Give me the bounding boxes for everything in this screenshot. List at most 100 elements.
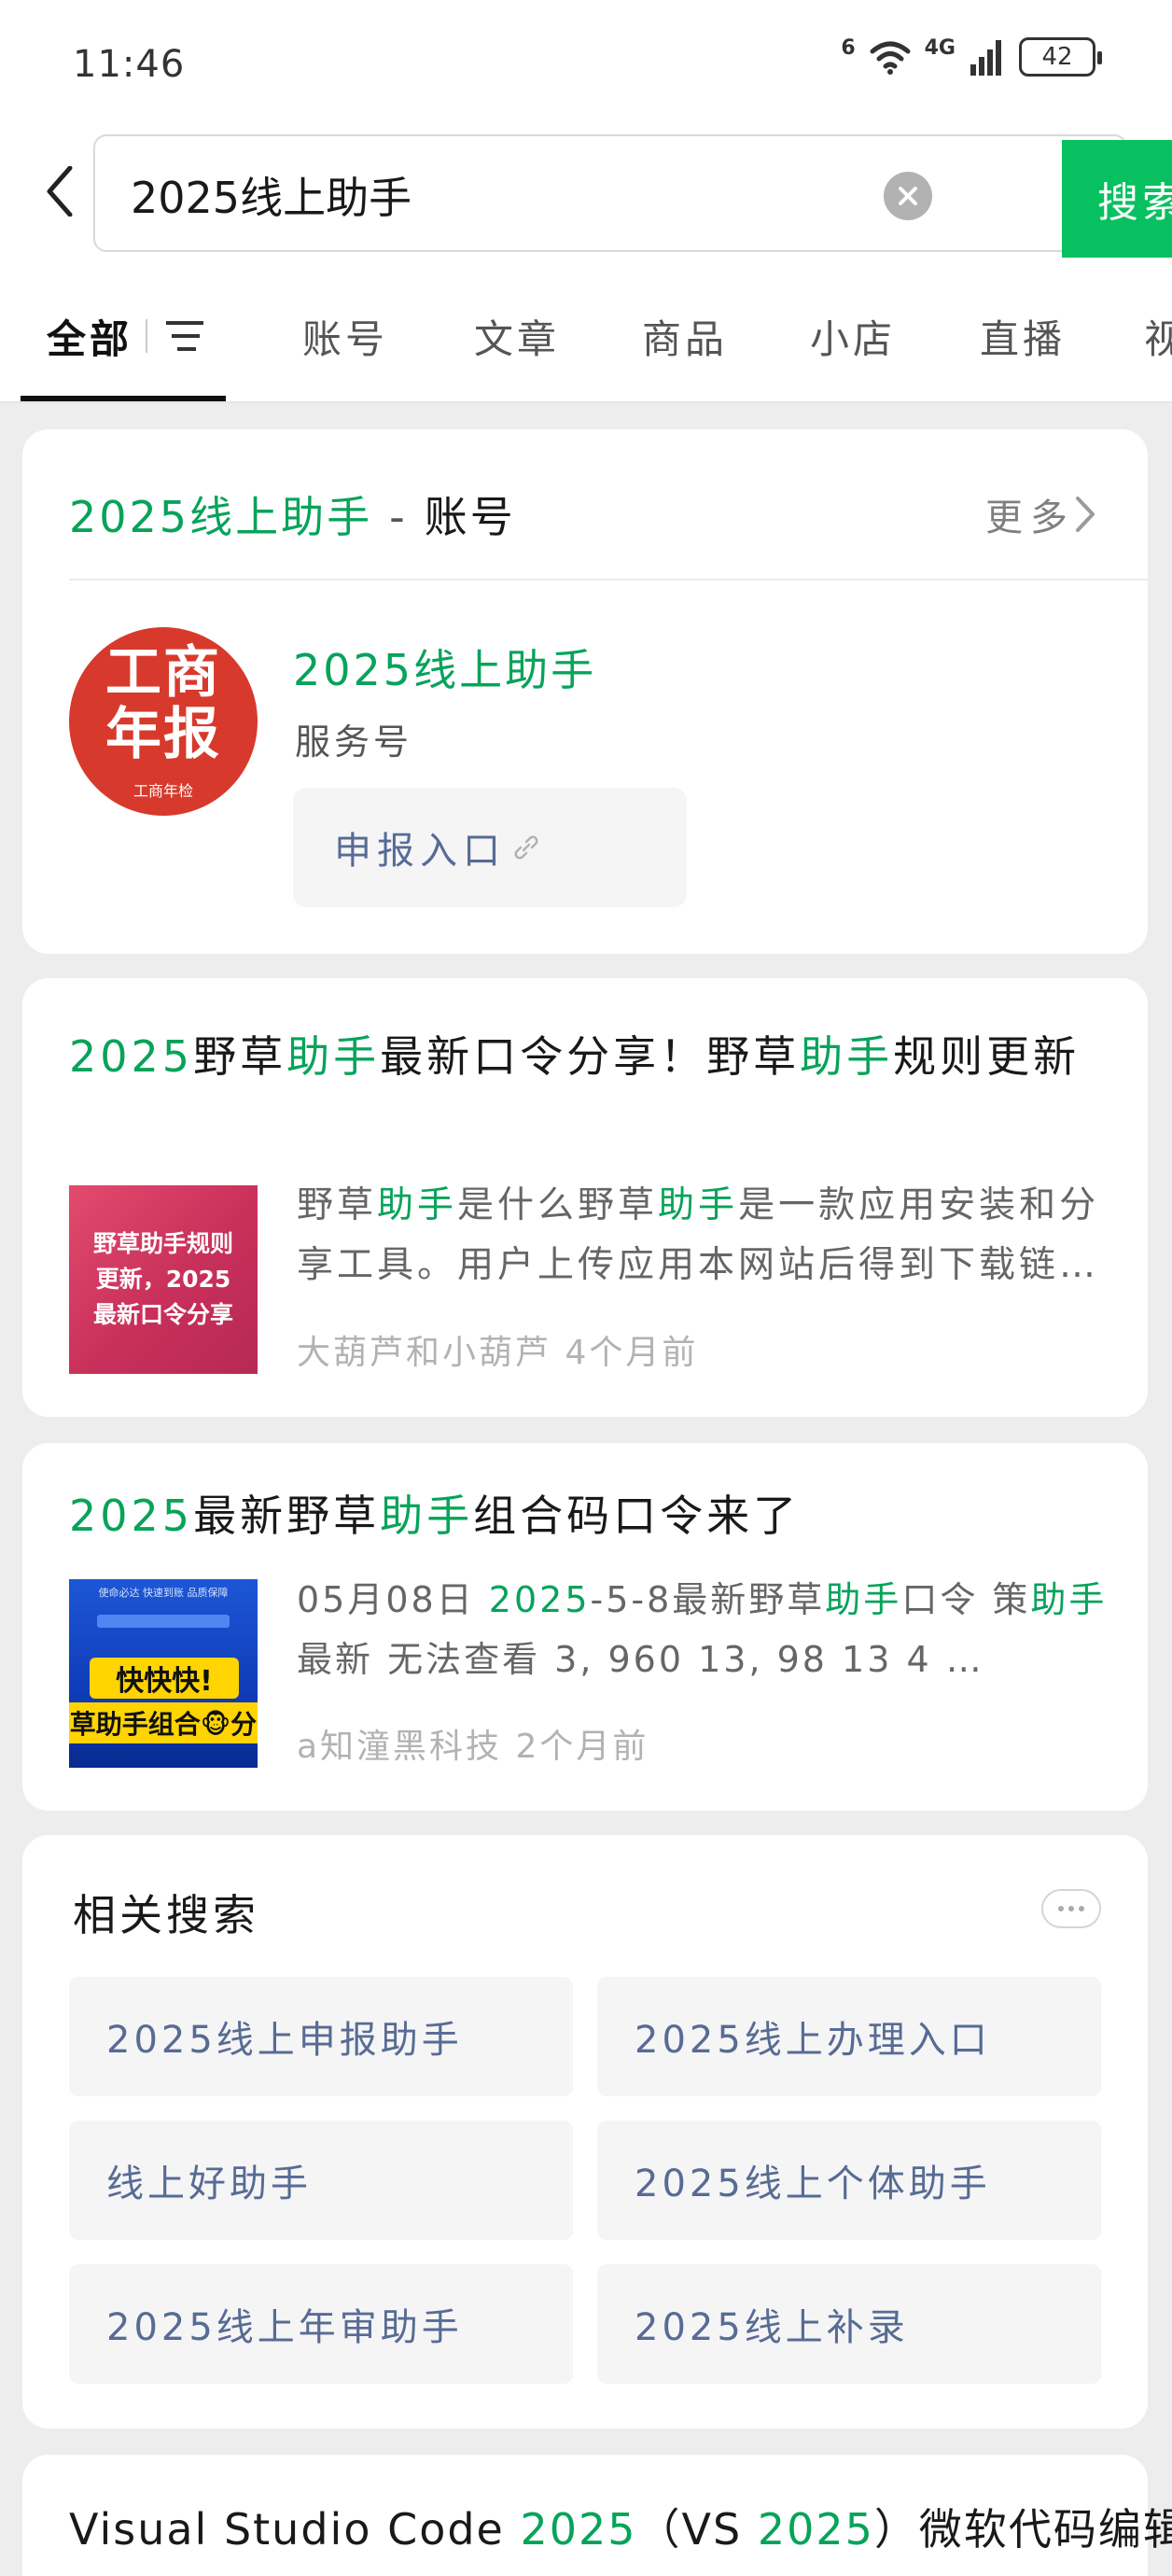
tab-live[interactable]: 直播 <box>980 308 1066 365</box>
account-avatar[interactable]: 工商 年报 工商年检 <box>69 627 258 816</box>
thumbnail-text: 野草助手规则更新，2025最新口令分享 <box>92 1230 233 1328</box>
desc-highlight: 助手 <box>658 1184 739 1226</box>
article-thumbnail[interactable]: 使命必达 快速到账 品质保障 快快快! 草助手组合🐵分 <box>69 1579 258 1768</box>
desc-text: -5-8最新野草 <box>590 1579 826 1620</box>
search-input[interactable]: 2025线上助手 <box>131 164 412 226</box>
related-search-item[interactable]: 2025线上个体助手 <box>597 2121 1101 2240</box>
article-card[interactable]: Visual Studio Code 2025（VS 2025）微软代码编辑 <box>22 2455 1172 2576</box>
account-menu-label: 申报入口 <box>334 830 506 873</box>
article-thumbnail[interactable]: 野草助手规则更新，2025最新口令分享 <box>69 1185 258 1374</box>
network-label: 4G <box>924 35 956 60</box>
tab-all[interactable]: 全部 <box>47 308 133 365</box>
thumbnail-caption: 使命必达 快速到账 品质保障 <box>98 1587 229 1599</box>
status-time: 11:46 <box>73 43 186 86</box>
related-searches-title: 相关搜索 <box>73 1890 259 1940</box>
related-search-item[interactable]: 2025线上补录 <box>597 2264 1101 2384</box>
desc-highlight: 2025 <box>488 1579 591 1620</box>
account-menu-button[interactable]: 申报入口 <box>293 788 687 907</box>
thumbnail-subline: 草助手组合🐵分 <box>69 1702 258 1743</box>
desc-text: 口令 策 <box>901 1579 1031 1620</box>
avatar-text-2: 年报 <box>105 702 221 767</box>
battery-icon: 42 <box>1019 37 1102 77</box>
status-icons: 6 4G 42 <box>841 35 1102 77</box>
desc-text: 是什么野草 <box>457 1184 659 1226</box>
title-text: 组合码口令来了 <box>473 1491 801 1541</box>
desc-text: 最新 无法查看 3, 960 13, 98 13 4 … <box>297 1639 984 1680</box>
category-tabs: 全部 账号 文章 商品 小店 直播 视 <box>0 271 1172 403</box>
chevron-right-icon <box>1076 497 1095 532</box>
avatar-caption: 工商年检 <box>133 782 193 800</box>
desc-text: 野草 <box>297 1184 378 1226</box>
dot <box>1079 1906 1084 1911</box>
desc-highlight: 助手 <box>825 1579 902 1620</box>
tab-shop[interactable]: 小店 <box>810 308 896 365</box>
dot <box>1068 1906 1074 1911</box>
article-card[interactable]: 2025野草助手最新口令分享！野草助手规则更新 野草助手规则更新，2025最新口… <box>22 978 1148 1417</box>
thumbnail-banner <box>97 1615 230 1628</box>
account-name[interactable]: 2025线上助手 <box>293 637 596 698</box>
title-highlight: 2025 <box>757 2504 874 2555</box>
dot <box>1058 1906 1064 1911</box>
article-title[interactable]: Visual Studio Code 2025（VS 2025）微软代码编辑 <box>69 2496 1172 2557</box>
title-text: Visual Studio Code <box>69 2504 521 2555</box>
article-meta: a知潼黑科技 2个月前 <box>297 1728 649 1766</box>
title-highlight: 2025 <box>69 1031 194 1082</box>
filter-icon[interactable] <box>164 317 205 355</box>
avatar-text-1: 工商 <box>105 640 221 706</box>
title-highlight: 2025 <box>520 2504 637 2555</box>
title-highlight: 助手 <box>800 1031 894 1082</box>
article-card[interactable]: 2025最新野草助手组合码口令来了 使命必达 快速到账 品质保障 快快快! 草助… <box>22 1443 1148 1811</box>
tab-product[interactable]: 商品 <box>642 308 728 365</box>
search-box[interactable]: 2025线上助手 搜索 <box>93 134 1172 258</box>
title-text: 最新野草 <box>193 1491 381 1541</box>
close-icon <box>899 187 917 205</box>
related-search-item[interactable]: 2025线上年审助手 <box>69 2264 573 2384</box>
battery-level: 42 <box>1041 43 1073 71</box>
article-description: 野草助手是什么野草助手是一款应用安装和分享工具。用户上传应用本网站后得到下载链接… <box>297 1176 1118 1295</box>
desc-text: 05月08日 <box>297 1579 489 1620</box>
more-button[interactable]: 更多 <box>985 487 1095 541</box>
tab-video[interactable]: 视 <box>1144 308 1172 365</box>
more-options-button[interactable] <box>1041 1889 1101 1928</box>
more-label: 更多 <box>985 497 1075 539</box>
wifi-label: 6 <box>841 35 856 60</box>
title-text: 最新口令分享！野草 <box>380 1031 801 1082</box>
search-bar: 2025线上助手 搜索 <box>0 131 1172 271</box>
header-dash: - <box>389 492 408 542</box>
desc-highlight: 助手 <box>1030 1579 1108 1620</box>
tab-article[interactable]: 文章 <box>474 308 560 365</box>
account-section-header: 2025线上助手 - 账号 <box>69 483 516 545</box>
related-search-item[interactable]: 线上好助手 <box>69 2121 573 2240</box>
search-button[interactable]: 搜索 <box>1062 140 1172 258</box>
title-text: 规则更新 <box>893 1031 1081 1082</box>
related-search-item[interactable]: 2025线上申报助手 <box>69 1977 573 2096</box>
title-highlight: 助手 <box>380 1491 474 1541</box>
thumbnail-headline: 快快快! <box>90 1658 239 1699</box>
status-bar: 11:46 6 4G 42 <box>0 0 1172 131</box>
link-icon <box>514 835 538 860</box>
account-header-name: 2025线上助手 <box>69 492 373 542</box>
article-meta: 大葫芦和小葫芦 4个月前 <box>297 1334 699 1372</box>
title-text: ）微软代码编辑 <box>873 2504 1172 2555</box>
title-highlight: 助手 <box>286 1031 381 1082</box>
related-search-item[interactable]: 2025线上办理入口 <box>597 1977 1101 2096</box>
article-description: 05月08日 2025-5-8最新野草助手口令 策助手最新 无法查看 3, 96… <box>297 1570 1118 1689</box>
signal-icon <box>970 40 1001 76</box>
back-button[interactable] <box>32 159 88 224</box>
related-searches-card: 相关搜索 2025线上申报助手 2025线上办理入口 线上好助手 2025线上个… <box>22 1835 1148 2429</box>
back-arrow-icon <box>47 166 73 217</box>
title-highlight: 2025 <box>69 1491 194 1541</box>
divider <box>69 579 1148 581</box>
account-card: 2025线上助手 - 账号 更多 工商 年报 工商年检 2025线上助手 服务号 申… <box>22 429 1148 954</box>
account-type: 服务号 <box>295 721 413 763</box>
title-text: 野草 <box>193 1031 287 1082</box>
tab-divider <box>146 319 147 353</box>
clear-button[interactable] <box>884 172 932 220</box>
wifi-icon <box>870 41 911 75</box>
tab-account[interactable]: 账号 <box>302 308 388 365</box>
account-header-type: 账号 <box>424 492 516 542</box>
desc-highlight: 助手 <box>377 1184 458 1226</box>
article-title[interactable]: 2025最新野草助手组合码口令来了 <box>69 1480 1105 1551</box>
article-title[interactable]: 2025野草助手最新口令分享！野草助手规则更新 <box>69 1021 1105 1092</box>
title-text: （VS <box>636 2504 758 2555</box>
